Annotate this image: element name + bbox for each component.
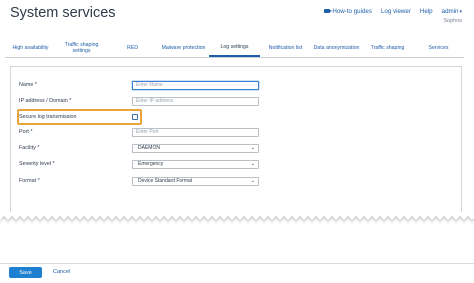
name-row: Name * Enter Name xyxy=(19,80,261,90)
secure-log-checkbox[interactable] xyxy=(132,114,138,120)
video-camera-icon xyxy=(324,9,333,14)
required-marker: * xyxy=(37,178,40,184)
organization-name: Sophos xyxy=(443,18,462,24)
required-marker: * xyxy=(52,161,55,167)
footer-divider xyxy=(0,263,474,264)
ip-label-text: IP address / Domain xyxy=(19,98,68,104)
severity-label: Severity level * xyxy=(19,161,132,167)
log-viewer-link[interactable]: Log viewer xyxy=(381,8,411,15)
required-marker: * xyxy=(69,98,72,104)
tab-traffic-shaping[interactable]: Traffic shaping xyxy=(362,40,413,57)
log-settings-form: Name * Enter Name IP address / Domain * … xyxy=(10,66,462,212)
facility-label: Facility * xyxy=(19,145,132,151)
torn-edge-lower xyxy=(0,220,474,228)
ip-address-input[interactable]: Enter IP address xyxy=(132,96,259,106)
format-value: Device Standard Format xyxy=(138,178,193,184)
name-input[interactable]: Enter Name xyxy=(132,80,259,90)
user-menu[interactable]: admin▾ xyxy=(442,8,462,15)
torn-edge-divider xyxy=(0,212,474,228)
severity-row: Severity level * Emergency ⌄ xyxy=(19,159,261,169)
severity-value: Emergency xyxy=(138,161,164,167)
secure-log-label: Secure log transmission xyxy=(19,114,77,120)
ip-label: IP address / Domain * xyxy=(19,98,132,104)
tab-high-availability[interactable]: High availability xyxy=(5,40,56,57)
facility-label-text: Facility xyxy=(19,145,36,151)
name-label-text: Name xyxy=(19,82,34,88)
top-links: How-to guides Log viewer Help admin▾ xyxy=(324,8,462,15)
tab-services[interactable]: Services xyxy=(413,40,464,57)
format-select[interactable]: Device Standard Format ⌄ xyxy=(132,176,259,186)
format-label: Format * xyxy=(19,178,132,184)
tab-red[interactable]: RED xyxy=(107,40,158,57)
secure-row: Secure log transmission xyxy=(19,112,261,122)
tab-log-settings[interactable]: Log settings xyxy=(209,40,260,57)
help-link[interactable]: Help xyxy=(420,8,433,15)
format-row: Format * Device Standard Format ⌄ xyxy=(19,176,261,186)
chevron-down-icon: ⌄ xyxy=(250,178,255,184)
facility-value: DAEMON xyxy=(138,145,160,151)
chevron-down-icon: ⌄ xyxy=(250,161,255,167)
port-input[interactable]: Enter Port xyxy=(132,127,259,137)
page-title: System services xyxy=(10,5,116,21)
tab-notification-list[interactable]: Notification list xyxy=(260,40,311,57)
required-marker: * xyxy=(37,145,40,151)
port-row: Port * Enter Port xyxy=(19,127,261,137)
port-label: Port * xyxy=(19,129,132,135)
ip-row: IP address / Domain * Enter IP address xyxy=(19,96,261,106)
user-name: admin xyxy=(441,8,459,15)
chevron-down-icon: ⌄ xyxy=(250,145,255,151)
name-label: Name * xyxy=(19,82,132,88)
cancel-button[interactable]: Cancel xyxy=(53,269,70,275)
port-label-text: Port xyxy=(19,129,29,135)
required-marker: * xyxy=(30,129,33,135)
required-marker: * xyxy=(34,82,37,88)
how-to-guides-link[interactable]: How-to guides xyxy=(324,8,372,15)
how-to-guides-label: How-to guides xyxy=(332,8,372,15)
facility-select[interactable]: DAEMON ⌄ xyxy=(132,143,259,153)
tab-traffic-shaping-settings[interactable]: Traffic shaping settings xyxy=(56,40,107,57)
facility-row: Facility * DAEMON ⌄ xyxy=(19,143,261,153)
severity-label-text: Severity level xyxy=(19,161,52,167)
tab-malware-protection[interactable]: Malware protection xyxy=(158,40,209,57)
chevron-down-icon: ▾ xyxy=(459,9,462,15)
save-button[interactable]: Save xyxy=(9,267,42,278)
tab-bar: High availability Traffic shaping settin… xyxy=(5,40,464,58)
tab-data-anonymization[interactable]: Data anonymization xyxy=(311,40,362,57)
format-label-text: Format xyxy=(19,178,37,184)
severity-select[interactable]: Emergency ⌄ xyxy=(132,159,259,169)
